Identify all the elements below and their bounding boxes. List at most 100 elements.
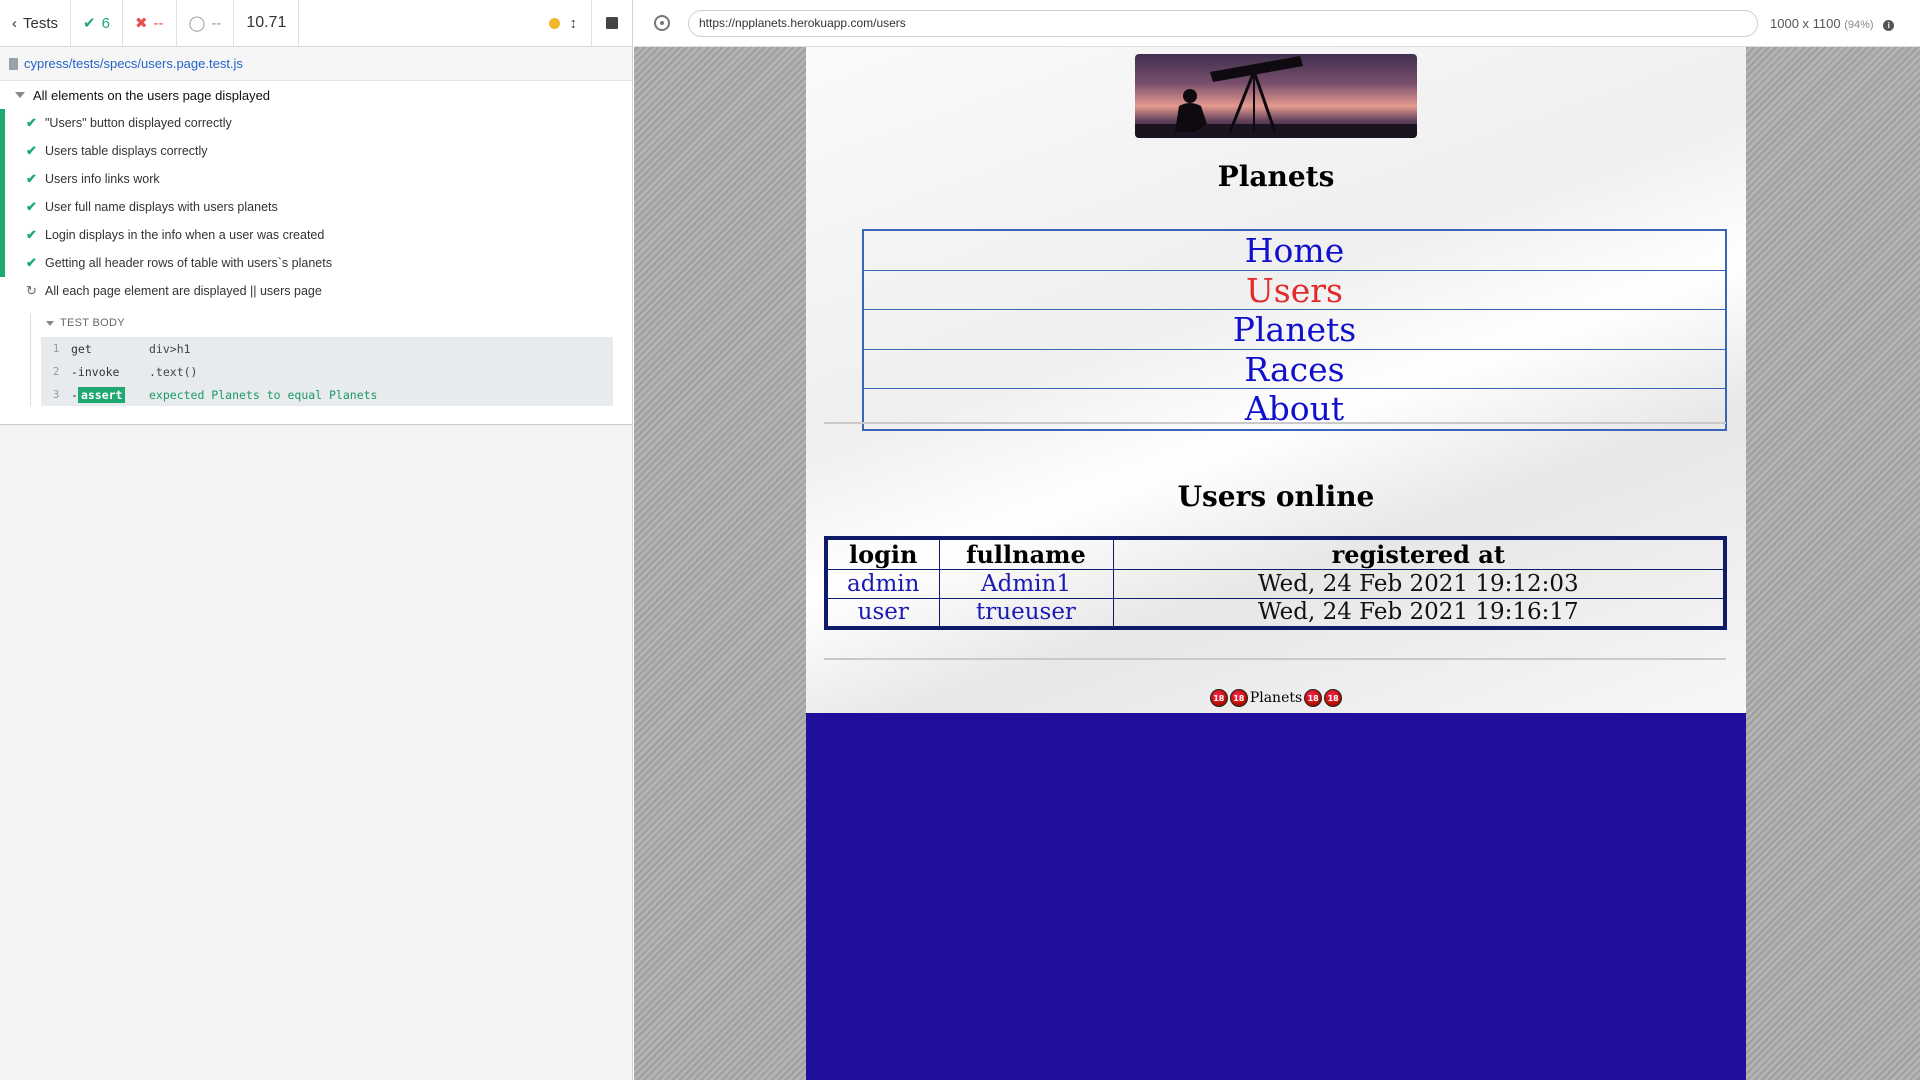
duration: 10.71 xyxy=(234,0,300,46)
pending-count-value: -- xyxy=(211,14,222,32)
planets-page: Planets Home Users Planets Races About U… xyxy=(806,47,1746,713)
test-body: TEST BODY 1 get div>h1 2 -invoke .text()… xyxy=(30,313,632,406)
check-icon: ✔ xyxy=(83,15,96,32)
info-icon[interactable]: i xyxy=(1883,19,1895,31)
page-footer: 18 18 Planets 18 18 xyxy=(806,689,1746,707)
test-reporter-panel: ‹ Tests ✔ 6 ✖ -- ◯ -- 10.71 ↕ cypress/te… xyxy=(0,0,633,1080)
command-row[interactable]: 3 - assert expected Planets to equal Plan… xyxy=(41,383,613,406)
test-row[interactable]: ✔ "Users" button displayed correctly xyxy=(0,109,632,137)
spec-file-link[interactable]: cypress/tests/specs/users.page.test.js xyxy=(24,56,243,71)
age-18-icon: 18 xyxy=(1304,689,1323,707)
url-field[interactable]: https://npplanets.herokuapp.com/users xyxy=(688,9,1758,37)
back-label: Tests xyxy=(23,14,59,32)
passed-count-value: 6 xyxy=(101,14,110,32)
assert-badge: assert xyxy=(77,386,126,403)
check-icon: ✔ xyxy=(26,255,37,270)
users-online-heading: Users online xyxy=(1177,480,1375,513)
auto-scroll-toggle-icon[interactable]: ↕ xyxy=(570,15,578,32)
command-message: div>h1 xyxy=(149,341,191,356)
chevron-left-icon: ‹ xyxy=(12,14,17,32)
user-fullname-link[interactable]: trueuser xyxy=(938,598,1114,628)
command-name: - assert xyxy=(71,386,149,403)
command-message: expected Planets to equal Planets xyxy=(149,387,378,402)
test-row[interactable]: ✔ Users table displays correctly xyxy=(0,137,632,165)
running-test-row[interactable]: ↻ All each page element are displayed ||… xyxy=(0,277,632,305)
command-row[interactable]: 1 get div>h1 xyxy=(41,337,613,360)
nav-home-link[interactable]: Home xyxy=(864,231,1725,271)
test-title: Login displays in the info when a user w… xyxy=(45,228,325,242)
command-name: -invoke xyxy=(71,364,120,379)
suite-title: All elements on the users page displayed xyxy=(33,87,271,103)
test-row[interactable]: ✔ Getting all header rows of table with … xyxy=(0,249,632,277)
command-list: 1 get div>h1 2 -invoke .text() 3 - assert… xyxy=(41,337,613,406)
passed-count: ✔ 6 xyxy=(71,0,123,46)
running-indicator-icon xyxy=(548,17,560,29)
test-title: All each page element are displayed || u… xyxy=(45,284,322,298)
main-nav: Home Users Planets Races About xyxy=(862,229,1727,431)
pending-count: ◯ -- xyxy=(177,0,235,46)
test-title: User full name displays with users plane… xyxy=(45,200,278,214)
stop-button[interactable] xyxy=(591,0,632,46)
test-body-label: TEST BODY xyxy=(60,317,125,329)
column-header: registered at xyxy=(1112,537,1726,570)
failed-count-value: -- xyxy=(153,14,164,32)
registered-at: Wed, 24 Feb 2021 19:16:17 xyxy=(1112,598,1726,628)
age-18-icon: 18 xyxy=(1209,689,1228,707)
viewport-dimensions: 1000 x 1100 xyxy=(1770,15,1841,31)
test-row[interactable]: ✔ User full name displays with users pla… xyxy=(0,193,632,221)
page-title: Planets xyxy=(1217,160,1335,193)
command-message: .text() xyxy=(149,364,198,379)
divider xyxy=(824,422,1726,424)
stats-bar: ‹ Tests ✔ 6 ✖ -- ◯ -- 10.71 ↕ xyxy=(0,0,632,47)
divider xyxy=(824,658,1726,660)
check-icon: ✔ xyxy=(26,143,37,158)
spec-file-bar: cypress/tests/specs/users.page.test.js xyxy=(0,47,632,81)
suite-title-row[interactable]: All elements on the users page displayed xyxy=(0,81,632,109)
selector-playground-icon[interactable] xyxy=(654,15,670,31)
command-name: get xyxy=(71,341,92,356)
caret-down-icon xyxy=(46,320,54,326)
check-icon: ✔ xyxy=(26,227,37,242)
user-fullname-link[interactable]: Admin1 xyxy=(938,569,1114,599)
check-icon: ✔ xyxy=(26,115,37,130)
aut-iframe: Planets Home Users Planets Races About U… xyxy=(806,47,1746,1080)
test-title: Getting all header rows of table with us… xyxy=(45,256,332,270)
command-number: 2 xyxy=(52,365,60,378)
telescope-silhouette-icon xyxy=(1135,56,1417,138)
test-title: "Users" button displayed correctly xyxy=(45,116,232,130)
column-header: fullname xyxy=(938,537,1114,570)
command-number: 1 xyxy=(52,342,60,355)
test-row[interactable]: ✔ Login displays in the info when a user… xyxy=(0,221,632,249)
refresh-icon: ↻ xyxy=(26,283,37,298)
table-header-row: login fullname registered at xyxy=(825,537,1726,570)
test-body-header[interactable]: TEST BODY xyxy=(41,313,632,333)
circle-notch-icon: ◯ xyxy=(188,15,206,32)
table-row: admin Admin1 Wed, 24 Feb 2021 19:12:03 xyxy=(825,569,1726,599)
test-title: Users table displays correctly xyxy=(45,144,208,158)
telescope-banner-image xyxy=(1135,54,1417,138)
x-icon: ✖ xyxy=(134,15,148,32)
app-under-test-area: https://npplanets.herokuapp.com/users 10… xyxy=(634,0,1920,1080)
caret-down-icon xyxy=(15,92,25,98)
suite: All elements on the users page displayed… xyxy=(0,81,632,425)
nav-races-link[interactable]: Races xyxy=(864,350,1725,389)
aut-url-bar: https://npplanets.herokuapp.com/users 10… xyxy=(634,0,1920,47)
stop-icon xyxy=(606,17,618,29)
registered-at: Wed, 24 Feb 2021 19:12:03 xyxy=(1112,569,1726,599)
footer-text: Planets xyxy=(1249,690,1303,706)
column-header: login xyxy=(825,537,940,570)
test-row[interactable]: ✔ Users info links work xyxy=(0,165,632,193)
check-icon: ✔ xyxy=(26,199,37,214)
failed-count: ✖ -- xyxy=(123,0,177,46)
test-title: Users info links work xyxy=(45,172,160,186)
user-login-link[interactable]: admin xyxy=(825,569,940,599)
nav-planets-link[interactable]: Planets xyxy=(864,310,1725,350)
user-login-link[interactable]: user xyxy=(825,598,940,628)
command-number: 3 xyxy=(52,388,60,401)
command-row[interactable]: 2 -invoke .text() xyxy=(41,360,613,383)
check-icon: ✔ xyxy=(26,171,37,186)
nav-users-link[interactable]: Users xyxy=(864,271,1725,310)
zoom-level: (94%) xyxy=(1844,18,1874,31)
back-to-tests-button[interactable]: ‹ Tests xyxy=(0,0,72,46)
table-row: user trueuser Wed, 24 Feb 2021 19:16:17 xyxy=(825,598,1726,628)
